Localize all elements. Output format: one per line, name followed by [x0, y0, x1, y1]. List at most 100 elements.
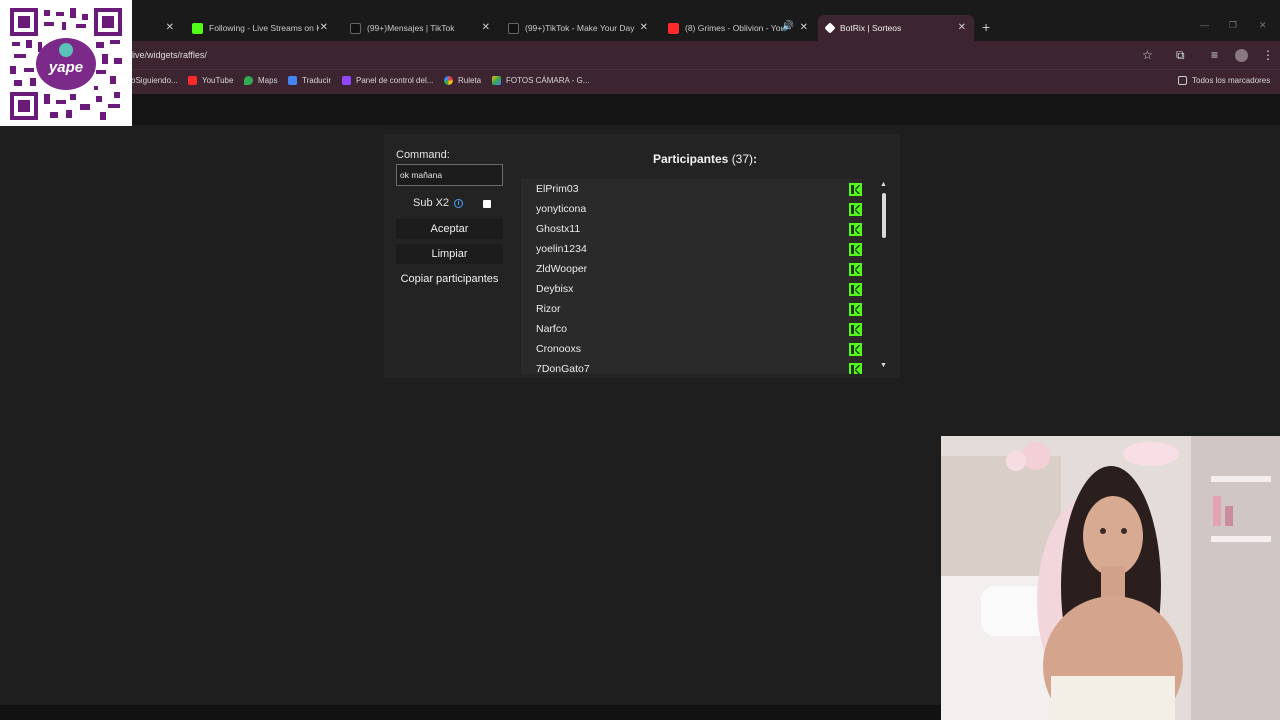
- extensions-icon[interactable]: ⧉: [1176, 48, 1185, 63]
- participant-name: yoelin1234: [536, 243, 587, 255]
- list-item: Deybisx: [521, 279, 862, 299]
- tab-2[interactable]: Following - Live Streams on Ki ✕: [184, 15, 336, 41]
- participants-scrollbar[interactable]: ▲ ▼: [877, 179, 891, 374]
- maps-icon: [244, 76, 253, 85]
- tab-title: (8) Grimes - Oblivion - YouT: [685, 23, 783, 33]
- command-label: Command:: [396, 149, 450, 161]
- list-item: yoelin1234: [521, 239, 862, 259]
- kick-icon: [849, 323, 862, 336]
- bookmark-traducir[interactable]: Traducir: [288, 76, 331, 85]
- bookmark-label: Maps: [258, 76, 278, 85]
- sub-x2-checkbox[interactable]: [483, 200, 491, 208]
- bookmark-fotos[interactable]: FOTOS CÁMARA - G...: [492, 76, 589, 85]
- media-icon[interactable]: ≡: [1211, 48, 1218, 62]
- participants-count: (37): [731, 152, 754, 166]
- profile-avatar[interactable]: [1235, 49, 1248, 62]
- participant-name: 7DonGato7: [536, 363, 590, 374]
- close-icon[interactable]: ✕: [482, 22, 490, 33]
- participant-name: ElPrim03: [536, 183, 579, 195]
- participant-name: Rizor: [536, 303, 561, 315]
- restore-icon[interactable]: ❐: [1229, 20, 1237, 31]
- scroll-up-icon[interactable]: ▲: [880, 181, 887, 188]
- new-tab-icon[interactable]: +: [982, 19, 990, 35]
- copy-participants-button[interactable]: Copiar participantes: [396, 269, 503, 289]
- bookmark-label: Ruleta: [458, 76, 482, 85]
- bookmark-label: Traducir: [302, 76, 332, 85]
- list-item: Cronooxs: [521, 339, 862, 359]
- list-item: yonyticona: [521, 199, 862, 219]
- url-field[interactable]: live/widgets/raffles/: [131, 50, 207, 60]
- wheel-icon: [444, 76, 453, 85]
- list-item: Ghostx11: [521, 219, 862, 239]
- tab-title: (99+)TikTok - Make Your Day: [525, 23, 635, 33]
- accept-button[interactable]: Aceptar: [396, 219, 503, 239]
- tab-title: BotRix | Sorteos: [840, 23, 902, 33]
- tab-6[interactable]: BotRix | Sorteos ✕: [818, 15, 974, 41]
- tiktok-favicon-icon: [350, 22, 361, 34]
- kick-icon: [849, 203, 862, 216]
- bookmark-label: oSiguiendo...: [131, 76, 178, 85]
- all-bookmarks[interactable]: Todos los marcadores: [1178, 76, 1270, 85]
- kick-icon: [849, 183, 862, 196]
- kick-icon: [849, 263, 862, 276]
- minimize-icon[interactable]: —: [1200, 20, 1209, 30]
- kick-icon: [849, 303, 862, 316]
- list-item: ZldWooper: [521, 259, 862, 279]
- list-item: Narfco: [521, 319, 862, 339]
- list-item: Rizor: [521, 299, 862, 319]
- all-bookmarks-label: Todos los marcadores: [1192, 76, 1271, 85]
- close-icon[interactable]: ✕: [958, 22, 966, 33]
- bookmark-ruleta[interactable]: Ruleta: [444, 76, 481, 85]
- sub-x2-label: Sub X2: [413, 197, 450, 209]
- close-icon[interactable]: ✕: [640, 22, 648, 33]
- participant-name: Ghostx11: [536, 223, 581, 235]
- scrollbar-thumb[interactable]: [882, 193, 886, 238]
- scroll-down-icon[interactable]: ▼: [880, 362, 887, 369]
- bookmark-label: Panel de control del...: [356, 76, 434, 85]
- participants-title: Participantes (37):: [521, 152, 889, 166]
- participant-name: yonyticona: [536, 203, 587, 215]
- browser-tab-bar: d ✕ Following - Live Streams on Ki ✕ (99…: [0, 0, 1280, 41]
- kick-icon: [849, 243, 862, 256]
- bookmark-youtube[interactable]: YouTube: [188, 76, 233, 85]
- kick-icon: [849, 283, 862, 296]
- tab-title: (99+)Mensajes | TikTok: [367, 23, 455, 33]
- qr-code-overlay: yape: [0, 0, 132, 126]
- clear-button[interactable]: Limpiar: [396, 244, 503, 264]
- list-item: 7DonGato7: [521, 359, 862, 374]
- tiktok-favicon-icon: [508, 22, 519, 34]
- bookmark-panel[interactable]: Panel de control del...: [342, 76, 433, 85]
- participant-name: Narfco: [536, 323, 567, 335]
- participants-colon: :: [753, 152, 758, 166]
- close-icon[interactable]: ✕: [320, 22, 328, 33]
- menu-icon[interactable]: ⋮: [1262, 48, 1274, 62]
- twitch-icon: [342, 76, 351, 85]
- drive-icon: [492, 76, 501, 85]
- bookmark-label: FOTOS CÁMARA - G...: [506, 76, 590, 85]
- tab-5[interactable]: (8) Grimes - Oblivion - YouT 🔊 ✕: [660, 15, 816, 41]
- raffle-widget: Command: Sub X2 i Aceptar Limpiar Copiar…: [384, 134, 900, 378]
- tab-4[interactable]: (99+)TikTok - Make Your Day ✕: [500, 15, 656, 41]
- site-header: [0, 94, 1280, 125]
- participants-list[interactable]: ElPrim03 yonyticona Ghostx11 yoelin1234 …: [521, 179, 862, 374]
- speaker-icon[interactable]: 🔊: [782, 21, 794, 32]
- translate-icon: [288, 76, 297, 85]
- kick-icon: [849, 223, 862, 236]
- info-icon[interactable]: i: [454, 198, 464, 208]
- tab-3[interactable]: (99+)Mensajes | TikTok ✕: [342, 15, 498, 41]
- command-input[interactable]: [396, 164, 503, 186]
- kick-icon: [849, 363, 862, 374]
- window-close-icon[interactable]: ✕: [1259, 20, 1267, 31]
- participant-name: Cronooxs: [536, 343, 581, 355]
- qr-brand-text: yape: [48, 59, 83, 76]
- sub-x2-option: Sub X2 i: [413, 197, 464, 209]
- bookmark-item[interactable]: oSiguiendo...: [131, 76, 178, 85]
- close-icon[interactable]: ✕: [166, 22, 174, 33]
- bookmark-maps[interactable]: Maps: [244, 76, 278, 85]
- address-bar: live/widgets/raffles/ ☆ ⧉ ≡ ⋮: [0, 41, 1280, 69]
- kick-icon: [849, 343, 862, 356]
- bookmarks-bar: oSiguiendo... YouTube Maps Traducir Pane…: [0, 69, 1280, 94]
- botrix-favicon-icon: [824, 22, 836, 34]
- close-icon[interactable]: ✕: [800, 22, 808, 33]
- star-icon[interactable]: ☆: [1142, 48, 1153, 62]
